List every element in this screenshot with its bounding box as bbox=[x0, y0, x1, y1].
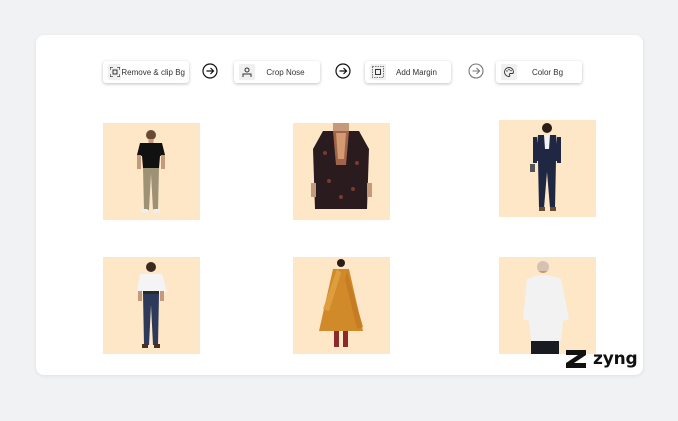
palette-icon bbox=[501, 64, 517, 80]
step-label: Crop Nose bbox=[266, 67, 305, 77]
step-color-bg[interactable]: Color Bg bbox=[496, 61, 582, 83]
person-crop-icon bbox=[239, 64, 255, 80]
step-label: Remove & clip Bg bbox=[121, 67, 185, 77]
arrow-right-circle-icon bbox=[468, 63, 484, 79]
model-photo-woman-mustard-anarkali bbox=[293, 257, 390, 354]
frame-focus-icon bbox=[108, 64, 122, 80]
margin-grid-icon bbox=[370, 64, 386, 80]
zyng-logo: zyng bbox=[566, 349, 638, 369]
workflow-card: Remove & clip Bg Crop Nose Add Margin Co… bbox=[36, 35, 643, 375]
arrow-right-circle-icon bbox=[335, 63, 351, 79]
step-label: Color Bg bbox=[531, 67, 564, 77]
step-label: Add Margin bbox=[396, 67, 437, 77]
model-photo-man-white-shirt bbox=[103, 257, 200, 354]
model-photo-man-white-hoodie bbox=[499, 257, 596, 354]
step-add-margin[interactable]: Add Margin bbox=[365, 61, 451, 83]
zyng-logo-mark-icon bbox=[566, 350, 586, 368]
step-remove-clip-bg[interactable]: Remove & clip Bg bbox=[103, 61, 189, 83]
arrow-right-circle-icon bbox=[202, 63, 218, 79]
model-photo-man-black-tshirt bbox=[103, 123, 200, 220]
model-photo-woman-embroidered-kurta bbox=[293, 123, 390, 220]
step-crop-nose[interactable]: Crop Nose bbox=[234, 61, 320, 83]
brand-wordmark: zyng bbox=[593, 349, 638, 369]
model-photo-woman-navy-suit bbox=[499, 120, 596, 217]
